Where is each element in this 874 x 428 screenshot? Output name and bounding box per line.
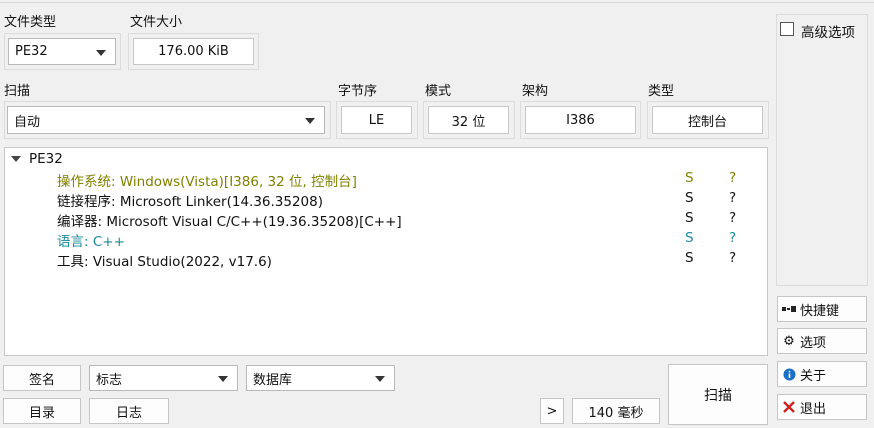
- tree-row-text[interactable]: 编译器: Microsoft Visual C/C++(19.36.35208)…: [57, 210, 402, 230]
- tree-row-text[interactable]: 语言: C++: [57, 230, 125, 250]
- log-button[interactable]: 日志: [89, 398, 169, 424]
- flags-select[interactable]: 标志: [89, 365, 238, 391]
- endianness-label: 字节序: [338, 84, 378, 99]
- file-size-label: 文件大小: [130, 15, 183, 30]
- arch-label: 架构: [522, 84, 549, 99]
- more-button[interactable]: >: [540, 398, 564, 424]
- tree-row-text[interactable]: 操作系统: Windows(Vista)[I386, 32 位, 控制台]: [57, 170, 357, 190]
- scan-mode-select[interactable]: 自动: [7, 106, 325, 134]
- tree-row-text[interactable]: 链接程序: Microsoft Linker(14.36.35208): [57, 190, 323, 210]
- file-type-select[interactable]: PE32: [8, 38, 116, 65]
- file-type-label: 文件类型: [4, 15, 57, 30]
- advanced-option-label[interactable]: 高级选项: [801, 21, 855, 41]
- scan-time-display: 140 毫秒: [572, 398, 660, 424]
- advanced-option-checkbox[interactable]: [780, 22, 794, 36]
- tree-row-info-flag[interactable]: ?: [729, 190, 736, 206]
- scan-mode-value: 自动: [14, 114, 41, 130]
- database-value: 数据库: [253, 372, 293, 388]
- flags-value: 标志: [96, 372, 123, 388]
- file-size-field[interactable]: 176.00 KiB: [133, 38, 254, 65]
- arch-field[interactable]: I386: [525, 106, 636, 134]
- scan-label: 扫描: [4, 84, 31, 99]
- detection-tree[interactable]: PE32 操作系统: Windows(Vista)[I386, 32 位, 控制…: [4, 147, 768, 356]
- options-label: 选项: [800, 335, 827, 351]
- chevron-down-icon: [218, 376, 228, 382]
- chevron-down-icon: [305, 118, 315, 124]
- tree-row-signature-flag[interactable]: S: [685, 170, 694, 186]
- close-icon: [782, 401, 796, 413]
- chevron-down-icon: [96, 49, 106, 56]
- tree-row-signature-flag[interactable]: S: [685, 190, 694, 206]
- gear-icon: ⚙: [783, 333, 795, 349]
- file-type-value: PE32: [15, 44, 48, 59]
- about-button[interactable]: 关于: [777, 361, 867, 387]
- options-button[interactable]: ⚙ 选项: [777, 328, 867, 354]
- tree-row-signature-flag[interactable]: S: [685, 250, 694, 266]
- tree-row-signature-flag[interactable]: S: [685, 210, 694, 226]
- tree-row-signature-flag[interactable]: S: [685, 230, 694, 246]
- chevron-down-icon: [375, 376, 385, 382]
- tree-root[interactable]: PE32: [11, 151, 63, 167]
- tree-row-info-flag[interactable]: ?: [729, 170, 736, 186]
- signature-button[interactable]: 签名: [3, 365, 81, 391]
- exit-button[interactable]: 退出: [777, 394, 867, 420]
- tree-row-info-flag[interactable]: ?: [729, 250, 736, 266]
- tree-row-info-flag[interactable]: ?: [729, 210, 736, 226]
- database-select[interactable]: 数据库: [246, 365, 395, 391]
- info-icon: [782, 368, 796, 381]
- exit-label: 退出: [800, 401, 827, 417]
- mode-field[interactable]: 32 位: [428, 106, 509, 134]
- about-label: 关于: [800, 368, 827, 384]
- shortcut-button[interactable]: 快捷键: [777, 296, 867, 322]
- tree-root-label: PE32: [29, 151, 63, 167]
- tree-row-text[interactable]: 工具: Visual Studio(2022, v17.6): [57, 250, 272, 270]
- mode-label: 模式: [425, 84, 452, 99]
- top-border: [0, 0, 874, 3]
- tree-row-info-flag[interactable]: ?: [729, 230, 736, 246]
- type-field[interactable]: 控制台: [652, 106, 763, 134]
- type-label: 类型: [648, 84, 675, 99]
- advanced-panel: 高级选项: [776, 14, 868, 286]
- expand-arrow-icon[interactable]: [11, 156, 21, 162]
- directory-button[interactable]: 目录: [3, 398, 81, 424]
- keyboard-shortcut-icon: [782, 304, 796, 314]
- endianness-field[interactable]: LE: [341, 106, 412, 134]
- shortcut-label: 快捷键: [800, 303, 840, 319]
- scan-button[interactable]: 扫描: [668, 364, 768, 425]
